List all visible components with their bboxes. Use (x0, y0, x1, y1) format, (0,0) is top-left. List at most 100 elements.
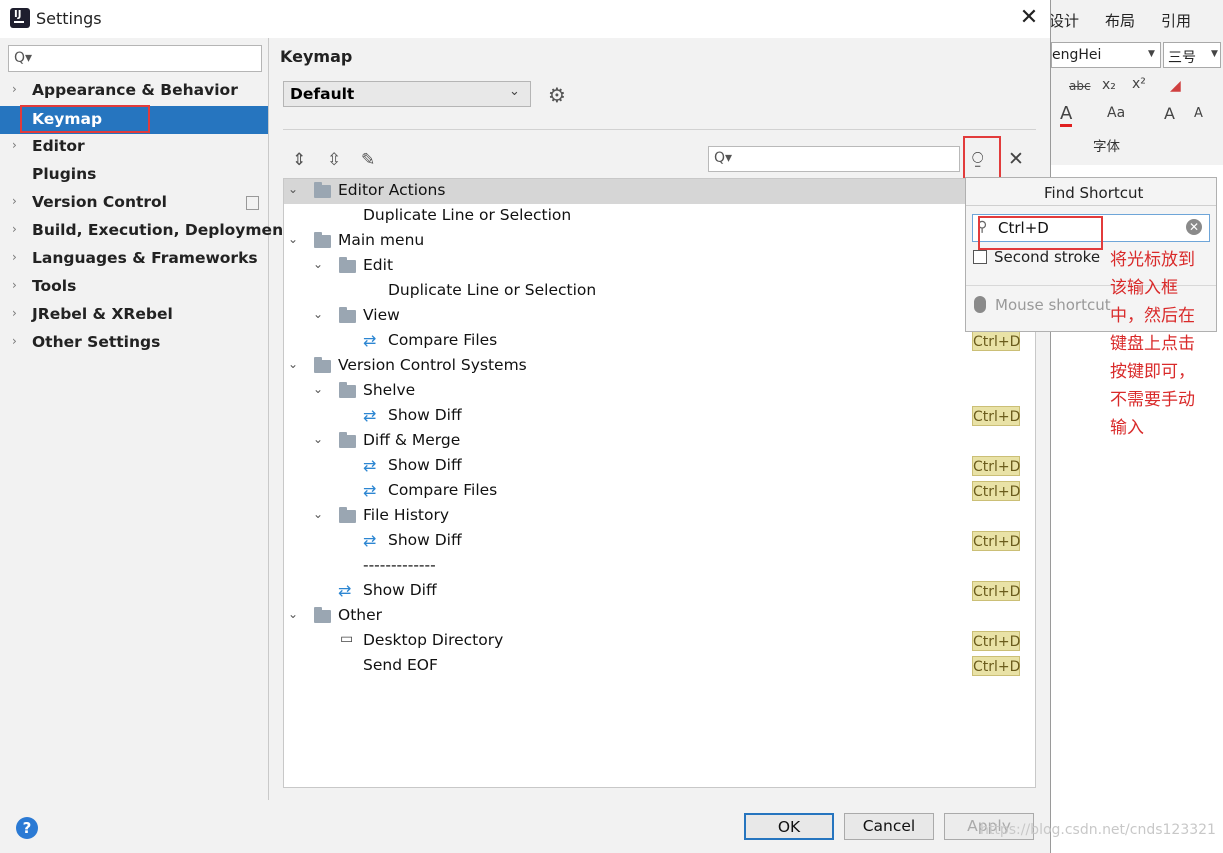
sidebar-item-other-settings[interactable]: › Other Settings (0, 329, 268, 357)
tree-row[interactable]: ⇄ Show Diff Ctrl+D (284, 579, 1035, 604)
tree-row[interactable]: ⌄ Main menu (284, 229, 1035, 254)
annotation-line: 中，然后在 (1110, 306, 1195, 326)
folder-icon (314, 357, 331, 373)
chevron-down-icon[interactable]: ⌄ (313, 257, 323, 271)
tree-row[interactable]: ⌄ Shelve (284, 379, 1035, 404)
tree-row[interactable]: Duplicate Line or Selection (284, 204, 1035, 229)
chevron-down-icon: ▼ (1148, 49, 1155, 59)
eraser-icon[interactable]: ◢ (1170, 78, 1181, 94)
gear-icon[interactable]: ⚙ (548, 83, 566, 107)
action-filter-input[interactable] (708, 146, 960, 172)
ribbon-tab-references[interactable]: 引用 (1161, 10, 1191, 31)
window-title: Settings (36, 9, 102, 28)
tree-row[interactable]: ⇄ Compare Files Ctrl+D (284, 479, 1035, 504)
tree-row[interactable]: Send EOF Ctrl+D (284, 654, 1035, 679)
annotation-line: 将光标放到 (1110, 250, 1195, 270)
annotation-line: 不需要手动 (1110, 390, 1195, 410)
superscript-icon[interactable]: x² (1132, 76, 1146, 92)
second-stroke-label: Second stroke (994, 248, 1101, 266)
tree-row[interactable]: Duplicate Line or Selection (284, 279, 1035, 304)
mouse-icon (974, 296, 986, 313)
grow-font-icon[interactable]: A (1164, 104, 1175, 123)
tree-row[interactable]: ⇄ Show Diff Ctrl+D (284, 454, 1035, 479)
diff-icon: ⇄ (363, 531, 377, 550)
shortcut-badge: Ctrl+D (972, 331, 1020, 351)
project-settings-icon (246, 196, 259, 210)
sidebar-item-build-execution-deployment[interactable]: › Build, Execution, Deployment (0, 217, 291, 245)
chevron-down-icon[interactable]: ⌄ (288, 607, 298, 621)
chevron-right-icon: › (12, 222, 17, 236)
close-icon[interactable]: ✕ (1018, 6, 1040, 30)
tree-label: File History (363, 506, 450, 524)
sidebar-item-label: Languages & Frameworks (32, 249, 258, 267)
tree-row[interactable]: ⌄ Other (284, 604, 1035, 629)
menu-folder-icon (314, 232, 331, 248)
shrink-font-icon[interactable]: A (1194, 106, 1203, 121)
shortcut-badge: Ctrl+D (972, 581, 1020, 601)
tree-label: Main menu (338, 231, 425, 249)
chevron-down-icon[interactable]: ⌄ (288, 232, 298, 246)
sidebar-item-jrebel-xrebel[interactable]: › JRebel & XRebel (0, 301, 268, 329)
tree-row[interactable]: ⌄ Editor Actions (284, 179, 1035, 204)
change-case-icon[interactable]: Aa (1107, 105, 1125, 121)
tree-row[interactable]: ⌄ Edit (284, 254, 1035, 279)
search-icon: Q▾ (714, 150, 733, 166)
tree-row[interactable]: ⌄ File History (284, 504, 1035, 529)
title-bar (0, 0, 1050, 38)
tree-row[interactable]: ⌄ View (284, 304, 1035, 329)
tree-label: Desktop Directory (363, 631, 504, 649)
ribbon-tab-design[interactable]: 设计 (1049, 10, 1079, 31)
sidebar-item-plugins[interactable]: Plugins (0, 161, 268, 189)
sidebar-item-label: Version Control (32, 193, 167, 211)
sidebar-item-label: Build, Execution, Deployment (32, 221, 291, 239)
collapse-all-icon[interactable]: ⇳ (327, 150, 341, 170)
chevron-right-icon: › (12, 194, 17, 208)
tree-row[interactable]: ⇄ Show Diff Ctrl+D (284, 404, 1035, 429)
expand-all-icon[interactable]: ⇕ (292, 150, 306, 170)
sidebar-item-label: Plugins (32, 165, 97, 183)
tree-label: Shelve (363, 381, 416, 399)
tree-row[interactable]: ▭ Desktop Directory Ctrl+D (284, 629, 1035, 654)
tree-row[interactable]: ⇄ Compare Files Ctrl+D (284, 329, 1035, 354)
diff-icon: ⇄ (363, 456, 377, 475)
help-icon[interactable]: ? (16, 817, 38, 839)
ribbon-tab-layout[interactable]: 布局 (1105, 10, 1135, 31)
chevron-down-icon[interactable]: ⌄ (313, 307, 323, 321)
mouse-shortcut-label[interactable]: Mouse shortcut (995, 296, 1111, 314)
tree-row[interactable]: ⌄ Version Control Systems (284, 354, 1035, 379)
tree-label: Send EOF (363, 656, 438, 674)
tree-label: Compare Files (388, 331, 498, 349)
sidebar-item-editor[interactable]: › Editor (0, 133, 268, 161)
shortcut-badge: Ctrl+D (972, 481, 1020, 501)
tree-row[interactable]: ⇄ Show Diff Ctrl+D (284, 529, 1035, 554)
chevron-down-icon[interactable]: ⌄ (313, 507, 323, 521)
chevron-down-icon: ⌄ (509, 84, 520, 99)
clear-filter-icon[interactable]: ✕ (1008, 148, 1024, 170)
clear-icon[interactable]: ✕ (1186, 219, 1202, 235)
chevron-down-icon[interactable]: ⌄ (313, 382, 323, 396)
tree-row[interactable]: ⌄ Diff & Merge (284, 429, 1035, 454)
sidebar-item-label: JRebel & XRebel (32, 305, 173, 323)
sidebar-item-version-control[interactable]: › Version Control (0, 189, 268, 217)
tree-label: Show Diff (388, 531, 462, 549)
ok-button[interactable]: OK (744, 813, 834, 840)
chevron-right-icon: › (12, 250, 17, 264)
font-color-icon[interactable]: A (1060, 103, 1073, 127)
subscript-icon[interactable]: x₂ (1102, 77, 1116, 93)
second-stroke-checkbox[interactable] (973, 250, 987, 264)
chevron-down-icon[interactable]: ⌄ (288, 357, 298, 371)
sidebar-item-tools[interactable]: › Tools (0, 273, 268, 301)
settings-search-input[interactable] (8, 45, 262, 72)
sidebar-item-languages-frameworks[interactable]: › Languages & Frameworks (0, 245, 268, 273)
shortcut-badge: Ctrl+D (972, 631, 1020, 651)
cancel-button[interactable]: Cancel (844, 813, 934, 840)
tree-row: ------------- (284, 554, 1035, 579)
tree-label: Show Diff (363, 581, 437, 599)
folder-icon (339, 307, 356, 323)
tree-label: Editor Actions (338, 181, 446, 199)
chevron-down-icon[interactable]: ⌄ (288, 182, 298, 196)
sidebar-item-appearance-behavior[interactable]: › Appearance & Behavior (0, 77, 268, 105)
edit-pencil-icon[interactable]: ✎ (361, 150, 375, 170)
chevron-down-icon[interactable]: ⌄ (313, 432, 323, 446)
strikethrough-icon[interactable]: abc (1069, 79, 1091, 93)
